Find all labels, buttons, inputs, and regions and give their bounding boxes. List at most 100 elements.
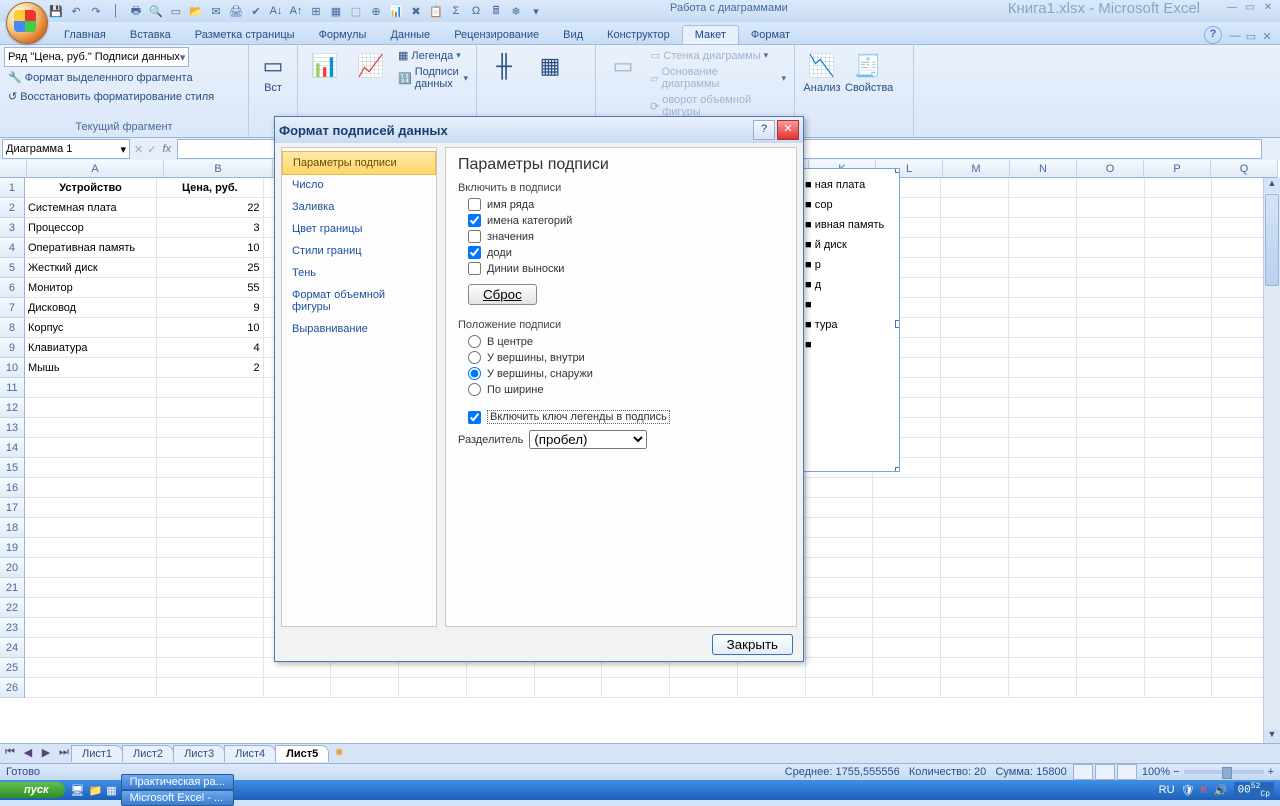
close-window-icon[interactable]: ✕ (1260, 2, 1276, 16)
sheet-tab[interactable]: Лист4 (224, 745, 276, 762)
cell[interactable] (941, 358, 1009, 378)
delete-cells-icon[interactable]: ✖ (408, 3, 424, 19)
legend-item[interactable]: ■ р (805, 255, 895, 275)
cell[interactable] (1145, 458, 1213, 478)
legend-key-checkbox[interactable]: Включить ключ легенды в подпись (468, 410, 784, 424)
page-layout-view-icon[interactable] (1095, 764, 1115, 780)
cell[interactable] (1009, 438, 1077, 458)
cell[interactable] (1145, 378, 1213, 398)
row-header[interactable]: 3 (0, 218, 25, 238)
axes-button[interactable]: ╫ (481, 47, 527, 82)
cell[interactable] (1009, 198, 1077, 218)
cell[interactable] (1077, 398, 1145, 418)
name-box[interactable]: Диаграмма 1▾ (2, 139, 130, 159)
cell[interactable]: 22 (157, 198, 263, 218)
cell[interactable] (941, 678, 1009, 698)
cell[interactable]: 3 (157, 218, 263, 238)
cell[interactable] (873, 518, 941, 538)
workbook-close-icon[interactable]: ✕ (1260, 30, 1274, 44)
function-icon[interactable]: Ω (468, 3, 484, 19)
ribbon-tab-Конструктор[interactable]: Конструктор (595, 26, 682, 44)
scroll-up-icon[interactable]: ▲ (1264, 178, 1280, 193)
cell[interactable] (941, 598, 1009, 618)
minimize-icon[interactable]: — (1224, 2, 1240, 16)
office-button[interactable] (6, 2, 48, 44)
cell[interactable]: Клавиатура (25, 338, 157, 358)
cell[interactable] (1009, 518, 1077, 538)
cell[interactable] (157, 398, 263, 418)
cell[interactable] (873, 598, 941, 618)
cell[interactable] (1009, 598, 1077, 618)
cell[interactable] (1009, 398, 1077, 418)
cell[interactable]: 55 (157, 278, 263, 298)
cell[interactable] (157, 518, 263, 538)
cell[interactable] (25, 618, 157, 638)
cell[interactable] (25, 418, 157, 438)
cell[interactable] (1145, 258, 1213, 278)
cell[interactable] (25, 678, 157, 698)
cell[interactable] (1009, 498, 1077, 518)
include-checkbox[interactable]: значения (468, 230, 784, 243)
workbook-restore-icon[interactable]: ▭ (1244, 30, 1258, 44)
cell[interactable] (941, 378, 1009, 398)
scroll-thumb[interactable] (1265, 194, 1279, 286)
cell[interactable] (157, 538, 263, 558)
cell[interactable] (873, 558, 941, 578)
reset-button[interactable]: Сброс (468, 284, 537, 305)
cell[interactable] (25, 598, 157, 618)
scroll-down-icon[interactable]: ▼ (1264, 729, 1280, 744)
autosum-icon[interactable]: Σ (448, 3, 464, 19)
cell[interactable] (25, 578, 157, 598)
cell[interactable] (1145, 338, 1213, 358)
cell[interactable] (873, 658, 941, 678)
cell[interactable] (1077, 438, 1145, 458)
cell[interactable]: 2 (157, 358, 263, 378)
accept-formula-icon[interactable]: ✓ (147, 143, 156, 156)
row-header[interactable]: 4 (0, 238, 25, 258)
cell[interactable] (941, 638, 1009, 658)
close-button[interactable]: Закрыть (712, 634, 793, 655)
position-radio[interactable]: У вершины, внутри (468, 351, 784, 364)
position-radio[interactable]: По ширине (468, 383, 784, 396)
normal-view-icon[interactable] (1073, 764, 1093, 780)
cell[interactable] (941, 658, 1009, 678)
cell[interactable]: 10 (157, 318, 263, 338)
cell[interactable]: Системная плата (25, 198, 157, 218)
cell[interactable]: Мышь (25, 358, 157, 378)
cell[interactable] (806, 578, 874, 598)
cell[interactable] (941, 178, 1009, 198)
freeze-icon[interactable]: ❄ (508, 3, 524, 19)
fx-icon[interactable]: fx (162, 143, 171, 155)
cell[interactable] (157, 678, 263, 698)
cell[interactable] (1145, 438, 1213, 458)
row-header[interactable]: 16 (0, 478, 25, 498)
first-sheet-icon[interactable]: ⏮ (2, 746, 18, 762)
cell[interactable] (602, 678, 670, 698)
cell[interactable] (1077, 318, 1145, 338)
qat-more-icon[interactable]: ▾ (528, 3, 544, 19)
cell[interactable]: 25 (157, 258, 263, 278)
legend-item[interactable]: ■ й диск (805, 235, 895, 255)
undo-icon[interactable]: ↶ (68, 3, 84, 19)
paste-icon[interactable]: 📋 (428, 3, 444, 19)
cell[interactable] (941, 418, 1009, 438)
next-sheet-icon[interactable]: ▶ (38, 746, 54, 762)
ribbon-tab-Вид[interactable]: Вид (551, 26, 595, 44)
cell[interactable] (1077, 458, 1145, 478)
cell[interactable] (1009, 358, 1077, 378)
cell[interactable] (941, 458, 1009, 478)
cell[interactable] (806, 638, 874, 658)
clock[interactable]: 0052Ср (1234, 782, 1274, 799)
cell[interactable] (1077, 278, 1145, 298)
cell[interactable] (873, 678, 941, 698)
maximize-icon[interactable]: ▭ (1242, 2, 1258, 16)
cell[interactable] (941, 478, 1009, 498)
cell[interactable] (1077, 258, 1145, 278)
chart-element-combo[interactable]: Ряд "Цена, руб." Подписи данных▾ (4, 47, 189, 67)
cell[interactable] (1077, 498, 1145, 518)
cell[interactable] (1145, 218, 1213, 238)
cell[interactable] (25, 478, 157, 498)
cell[interactable] (806, 558, 874, 578)
cell[interactable] (1145, 558, 1213, 578)
cell[interactable] (941, 298, 1009, 318)
